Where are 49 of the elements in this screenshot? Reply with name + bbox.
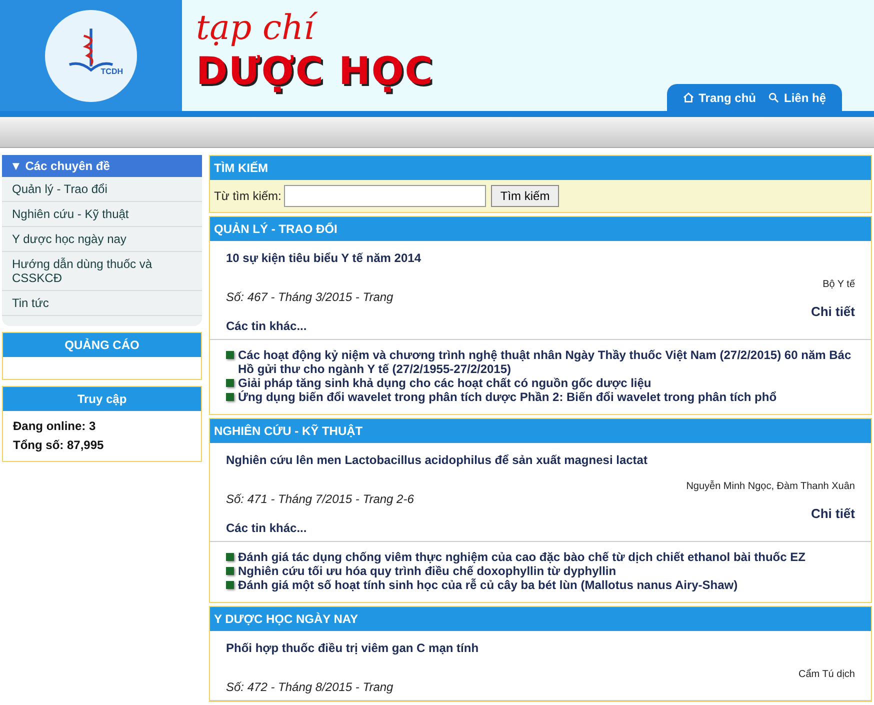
article-link[interactable]: Giải pháp tăng sinh khả dụng cho các hoạt chất có nguồn gốc dược liệu	[238, 376, 652, 390]
search-button[interactable]: Tìm kiếm	[491, 185, 559, 207]
article-link[interactable]: Ứng dụng biến đổi wavelet trong phân tích dược Phần 2: Biến đổi wavelet trong phân tích phổ	[238, 390, 777, 404]
issue-info: Số: 467 - Tháng 3/2015 - Trang	[226, 290, 394, 304]
section-title: QUẢN LÝ - TRAO ĐỔI	[210, 217, 871, 241]
bullet-icon	[226, 379, 234, 387]
bullet-icon	[226, 553, 234, 561]
more-news-link[interactable]: Các tin khác...	[226, 319, 855, 333]
nav-link[interactable]: Trang chủ	[682, 90, 756, 104]
panel-title: Truy cập	[3, 387, 201, 411]
detail-link[interactable]: Chi tiết	[810, 304, 855, 319]
logo-text: TCDH	[100, 66, 123, 76]
visitor-stat: Tổng số: 87,995	[13, 437, 105, 454]
article-title-link[interactable]: Nghiên cứu lên men Lactobacillus acidophilus để sản xuất magnesi lactat	[226, 453, 855, 467]
bullet-icon	[226, 351, 234, 359]
search-icon	[768, 92, 779, 103]
menu-item[interactable]: Y dược học ngày nay	[2, 227, 202, 252]
bullet-icon	[226, 393, 234, 401]
brand-title: DƯỢC HỌC	[196, 48, 434, 94]
home-icon	[682, 92, 694, 103]
nav-link[interactable]: Liên hệ	[768, 90, 826, 104]
article-link[interactable]: Đánh giá một số hoạt tính sinh học của rễ củ cây ba bét lùn (Mallotus nanus Airy-Shaw)	[238, 578, 738, 592]
menu-title: ▼ Các chuyên đề	[2, 155, 202, 177]
article-author: Nguyễn Minh Ngọc, Đàm Thanh Xuân	[685, 481, 855, 492]
article-link[interactable]: Đánh giá tác dụng chống viêm thực nghiệm của cao đặc bào chế từ dịch chiết ethanol bài thuốc EZ	[238, 550, 806, 564]
search-field[interactable]	[284, 185, 486, 207]
search-label: Từ tìm kiếm:	[214, 189, 282, 203]
menu-item[interactable]: Hướng dẫn dùng thuốc và CSSKCĐ	[2, 252, 202, 291]
article-link[interactable]: Nghiên cứu tối ưu hóa quy trình điều chế doxophyllin từ dyphyllin	[238, 564, 616, 578]
issue-info: Số: 472 - Tháng 8/2015 - Trang	[226, 680, 394, 694]
menu-item[interactable]: Tin tức	[2, 291, 202, 316]
bullet-icon	[226, 581, 234, 589]
issue-info: Số: 471 - Tháng 7/2015 - Trang 2-6	[226, 492, 415, 506]
menu-item[interactable]: Nghiên cứu - Kỹ thuật	[2, 202, 202, 227]
panel-title: QUẢNG CÁO	[3, 333, 201, 357]
section-title: NGHIÊN CỨU - KỸ THUẬT	[210, 419, 871, 443]
article-link[interactable]: Các hoạt động kỷ niệm và chương trình nghệ thuật nhân Ngày Thầy thuốc Việt Nam (27/2/2015) 60 năm Bác Hồ gửi thư cho ngành Y tế (27/2/1955-27/2/2015)	[238, 348, 869, 376]
bullet-icon	[226, 567, 234, 575]
article-title-link[interactable]: 10 sự kiện tiêu biểu Y tế năm 2014	[226, 251, 855, 265]
section-title: Y DƯỢC HỌC NGÀY NAY	[210, 607, 871, 631]
menu-item[interactable]: Quản lý - Trao đổi	[2, 177, 202, 202]
more-news-link[interactable]: Các tin khác...	[226, 521, 855, 535]
article-author: Bộ Y tế	[822, 279, 855, 290]
article-title-link[interactable]: Phối hợp thuốc điều trị viêm gan C mạn tính	[226, 641, 855, 655]
brand-tagline: tạp chí	[196, 8, 434, 48]
article-author: Cẩm Tú dịch	[797, 669, 855, 680]
detail-link[interactable]: Chi tiết	[810, 506, 855, 521]
visitor-stat: Đang online: 3	[13, 418, 97, 435]
section-title: TÌM KIẾM	[210, 156, 871, 180]
